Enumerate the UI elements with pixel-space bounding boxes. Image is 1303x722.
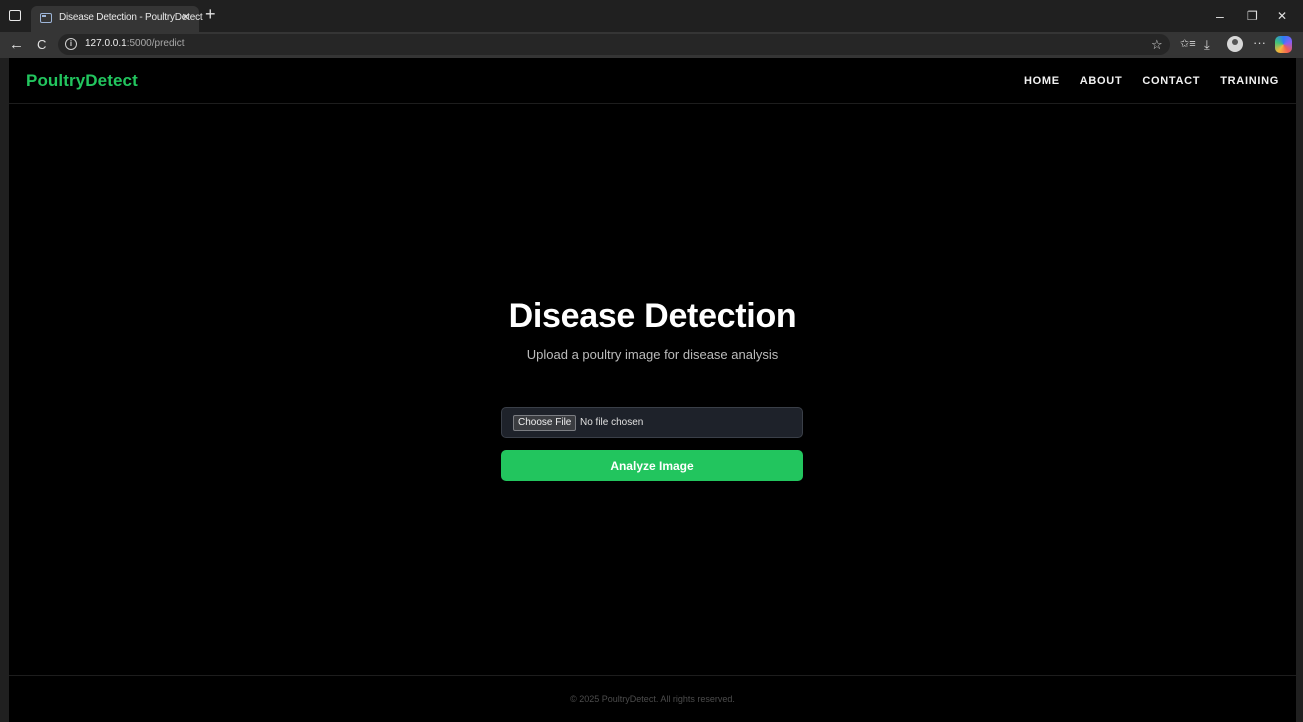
new-tab-icon[interactable]: + [205,5,216,23]
site-footer: © 2025 PoultryDetect. All rights reserve… [9,675,1296,722]
tab-favicon-icon [40,13,52,23]
restore-icon[interactable]: ❐ [1247,8,1258,24]
close-window-icon[interactable]: ✕ [1277,8,1287,24]
site-info-icon[interactable]: i [65,38,77,50]
address-bar[interactable]: i 127.0.0.1:5000/predict ☆ [58,34,1170,55]
footer-copyright: © 2025 PoultryDetect. All rights reserve… [570,694,735,704]
tab-actions-icon[interactable] [9,10,21,21]
refresh-icon[interactable]: C [37,36,46,53]
file-input[interactable]: Choose File No file chosen [501,407,803,438]
main-content: Disease Detection Upload a poultry image… [9,105,1296,675]
back-icon[interactable]: ← [9,36,24,53]
site-navbar: PoultryDetect HOME ABOUT CONTACT TRAININ… [9,58,1296,104]
browser-window: Disease Detection - PoultryDetect × + – … [0,0,1303,722]
tab-close-icon[interactable]: × [182,9,190,25]
analyze-image-button[interactable]: Analyze Image [501,450,803,481]
url-path: :5000/predict [126,38,185,49]
nav-training[interactable]: TRAINING [1220,75,1279,87]
tab-title: Disease Detection - PoultryDetect [59,12,203,23]
browser-toolbar: ← C i 127.0.0.1:5000/predict ☆ ✩≡ ⤓ ··· [0,32,1303,58]
downloads-icon[interactable]: ⤓ [1204,37,1210,52]
browser-tab[interactable]: Disease Detection - PoultryDetect × [31,6,203,32]
page-subtitle: Upload a poultry image for disease analy… [526,347,779,362]
page-title: Disease Detection [508,297,797,335]
minimize-icon[interactable]: – [1216,8,1224,24]
profile-avatar-icon[interactable] [1227,36,1243,52]
nav-links: HOME ABOUT CONTACT TRAINING [1024,75,1279,87]
nav-home[interactable]: HOME [1024,75,1060,87]
choose-file-button[interactable]: Choose File [513,415,577,431]
brand-logo[interactable]: PoultryDetect [26,71,138,91]
url-text: 127.0.0.1:5000/predict [85,38,185,49]
favorite-star-icon[interactable]: ☆ [1151,37,1163,52]
page-viewport: PoultryDetect HOME ABOUT CONTACT TRAININ… [9,58,1296,722]
favorites-bar-icon[interactable]: ✩≡ [1180,37,1196,52]
url-host: 127.0.0.1 [85,38,127,49]
nav-contact[interactable]: CONTACT [1142,75,1200,87]
copilot-icon[interactable] [1275,36,1292,53]
nav-about[interactable]: ABOUT [1080,75,1123,87]
more-menu-icon[interactable]: ··· [1253,35,1266,50]
tab-strip: Disease Detection - PoultryDetect × + – … [0,0,1303,32]
file-status-text: No file chosen [580,417,644,428]
